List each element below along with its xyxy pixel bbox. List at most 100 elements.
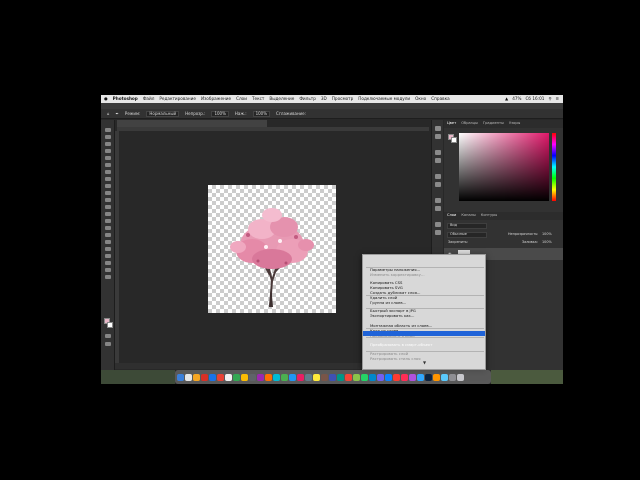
app-icon[interactable]	[257, 373, 264, 381]
menu-plugins[interactable]: Подключаемые модули	[358, 96, 410, 101]
tab-gradients[interactable]: Градиенты	[483, 122, 504, 126]
paragraph-panel-icon[interactable]	[435, 198, 441, 203]
history-panel-icon[interactable]	[435, 126, 441, 131]
app-icon[interactable]	[281, 373, 288, 381]
brush-tool-icon[interactable]: ✒	[116, 111, 119, 116]
character-panel-icon[interactable]	[435, 206, 441, 211]
app-icon[interactable]	[193, 373, 200, 381]
whatsapp-icon[interactable]	[361, 373, 368, 381]
app-icon[interactable]	[249, 373, 256, 381]
move-tool-icon[interactable]	[105, 128, 111, 132]
hand-tool-icon[interactable]	[105, 261, 111, 265]
finder-icon[interactable]	[177, 373, 184, 381]
brush-tool-icon[interactable]	[105, 184, 111, 188]
app-icon[interactable]	[401, 373, 408, 381]
document-tab[interactable]: Cherry Blossom Arrangement Default Title…	[117, 120, 267, 136]
menu-view[interactable]: Просмотр	[332, 96, 354, 101]
app-icon[interactable]	[209, 373, 216, 381]
tab-patterns[interactable]: Узоры	[509, 122, 520, 126]
eyedropper-tool-icon[interactable]	[105, 170, 111, 174]
layer-filter-kind[interactable]: Вид	[447, 223, 487, 229]
telegram-icon[interactable]	[369, 373, 376, 381]
blend-mode-select[interactable]: Обычные	[447, 232, 487, 238]
type-tool-icon[interactable]	[105, 240, 111, 244]
shape-tool-icon[interactable]	[105, 254, 111, 258]
mode-select[interactable]: Нормальный	[146, 110, 180, 117]
dodge-tool-icon[interactable]	[105, 226, 111, 230]
menu-export-as[interactable]: Экспортировать как...	[363, 302, 485, 318]
gradient-tool-icon[interactable]	[105, 212, 111, 216]
crop-tool-icon[interactable]	[105, 156, 111, 160]
menu-app-name[interactable]: Photoshop	[113, 96, 138, 101]
blur-tool-icon[interactable]	[105, 219, 111, 223]
tab-color[interactable]: Цвет	[447, 122, 456, 126]
app-icon[interactable]	[393, 373, 400, 381]
tab-swatches[interactable]: Образцы	[461, 122, 478, 126]
color-picker-field[interactable]	[459, 133, 549, 201]
menu-edit[interactable]: Редактирование	[159, 96, 196, 101]
frame-tool-icon[interactable]	[105, 163, 111, 167]
photoshop-icon[interactable]	[417, 373, 424, 381]
menu-3d[interactable]: 3D	[321, 96, 327, 101]
stamp-tool-icon[interactable]	[105, 191, 111, 195]
app-icon[interactable]	[305, 373, 312, 381]
opacity-value[interactable]: 100%	[542, 232, 552, 236]
flow-input[interactable]: 100%	[252, 110, 271, 117]
app-icon[interactable]	[353, 373, 360, 381]
brushes-panel-icon[interactable]	[435, 150, 441, 155]
background-color-swatch[interactable]	[107, 322, 113, 328]
tab-layers[interactable]: Слои	[447, 214, 456, 218]
app-icon[interactable]	[297, 373, 304, 381]
menu-convert-to-smart-object[interactable]: Преобразовать в смарт-объект	[363, 331, 485, 347]
app-icon[interactable]	[265, 373, 272, 381]
app-icon[interactable]	[217, 373, 224, 381]
app-icon[interactable]	[321, 373, 328, 381]
app-icon[interactable]	[313, 373, 320, 381]
brush-settings-panel-icon[interactable]	[435, 158, 441, 163]
clone-source-panel-icon[interactable]	[435, 174, 441, 179]
tab-channels[interactable]: Каналы	[461, 214, 475, 218]
menu-group-from-layers[interactable]: Группа из слоев...	[363, 289, 485, 305]
menu-scroll-down-icon[interactable]: ▼	[423, 361, 426, 365]
history-brush-tool-icon[interactable]	[105, 198, 111, 202]
menu-filter[interactable]: Фильтр	[299, 96, 316, 101]
zoom-tool-icon[interactable]	[105, 268, 111, 272]
panel-background-swatch[interactable]	[451, 137, 457, 143]
document-canvas[interactable]	[208, 185, 336, 313]
fill-value[interactable]: 100%	[542, 240, 552, 244]
properties-panel-icon[interactable]	[435, 134, 441, 139]
apple-menu-icon[interactable]: ●	[104, 96, 108, 101]
menu-select[interactable]: Выделение	[269, 96, 294, 101]
control-center-icon[interactable]: ≡	[555, 96, 559, 101]
path-select-tool-icon[interactable]	[105, 247, 111, 251]
healing-tool-icon[interactable]	[105, 177, 111, 181]
eraser-tool-icon[interactable]	[105, 205, 111, 209]
opacity-input[interactable]: 100%	[211, 110, 229, 117]
app-icon[interactable]	[433, 373, 440, 381]
pen-tool-icon[interactable]	[105, 233, 111, 237]
menu-type[interactable]: Текст	[252, 96, 264, 101]
app-icon[interactable]	[409, 373, 416, 381]
app-icon[interactable]	[337, 373, 344, 381]
search-icon[interactable]: ⚲	[548, 96, 551, 101]
menu-image[interactable]: Изображение	[201, 96, 231, 101]
marquee-tool-icon[interactable]	[105, 135, 111, 139]
app-icon[interactable]	[441, 373, 448, 381]
menu-layers[interactable]: Слои	[236, 96, 247, 101]
quick-select-tool-icon[interactable]	[105, 149, 111, 153]
menu-file[interactable]: Файл	[143, 96, 155, 101]
menu-help[interactable]: Справка	[431, 96, 449, 101]
app-icon[interactable]	[449, 373, 456, 381]
app-icon[interactable]	[225, 373, 232, 381]
libraries-panel-icon[interactable]	[435, 222, 441, 227]
hue-slider[interactable]	[552, 133, 556, 201]
quick-mask-icon[interactable]	[105, 334, 111, 338]
trash-icon[interactable]	[457, 373, 464, 381]
app-icon[interactable]	[289, 373, 296, 381]
menu-window[interactable]: Окно	[415, 96, 426, 101]
screen-mode-icon[interactable]	[105, 342, 111, 346]
app-icon[interactable]	[233, 373, 240, 381]
wifi-icon[interactable]: ▲	[505, 96, 508, 101]
app-icon[interactable]	[329, 373, 336, 381]
app-icon[interactable]	[425, 373, 432, 381]
